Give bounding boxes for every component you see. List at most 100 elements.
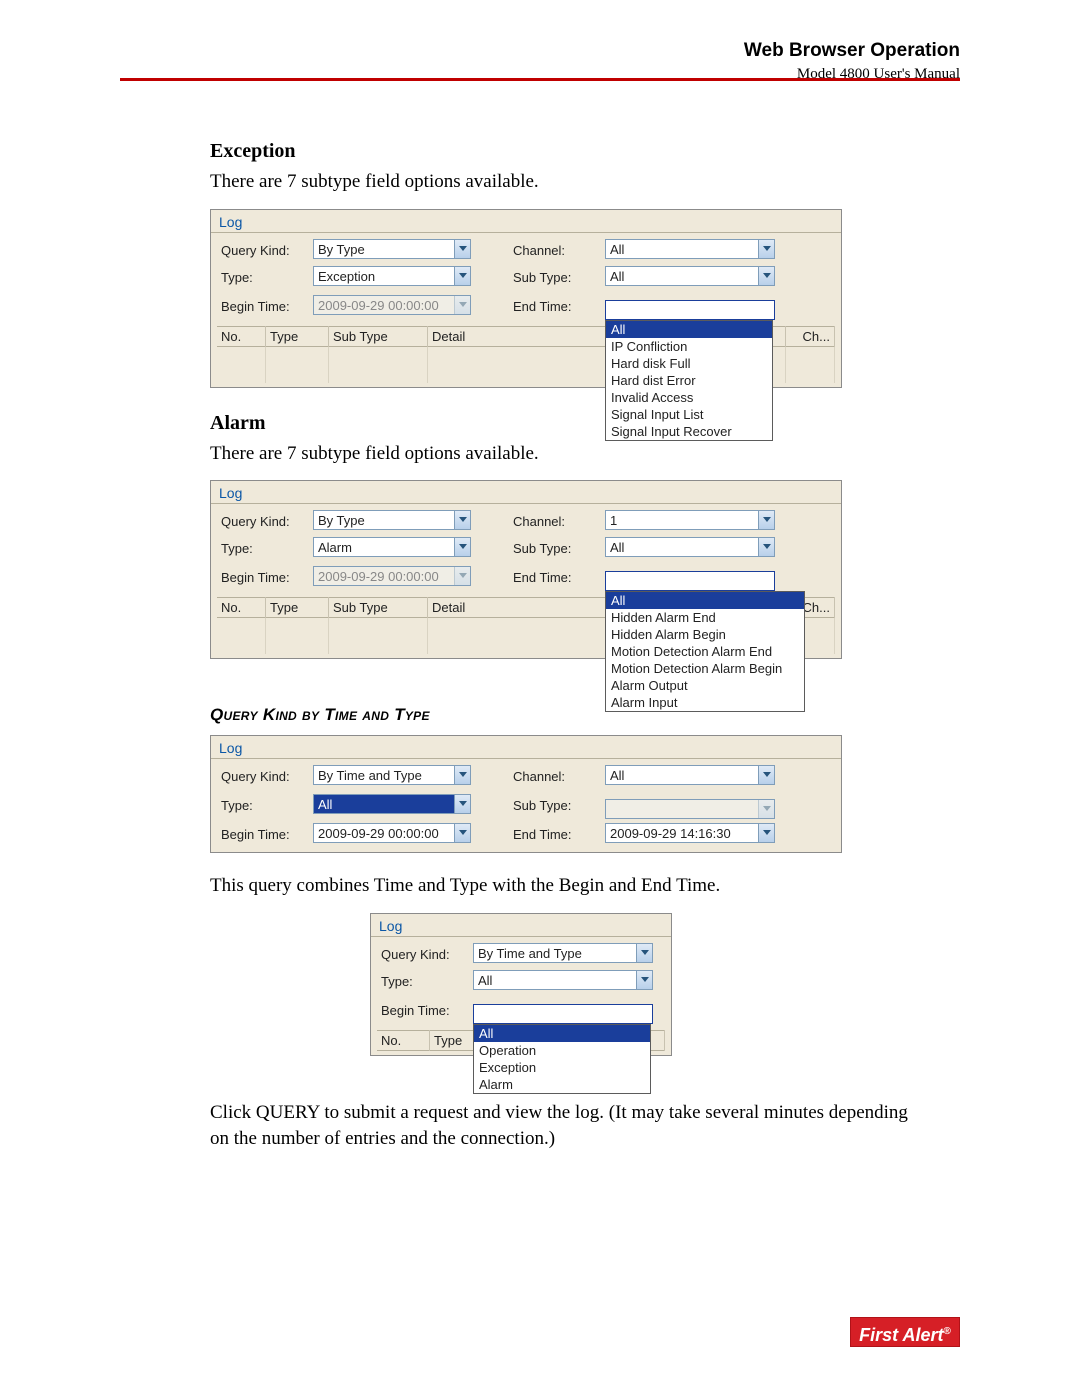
option[interactable]: Motion Detection Alarm End: [606, 643, 804, 660]
option[interactable]: All: [606, 592, 804, 609]
alarm-intro: There are 7 subtype field options availa…: [210, 441, 920, 467]
form-grid: Query Kind: By Time and Type Type: All B…: [377, 941, 657, 1026]
label-channel: Channel:: [509, 237, 601, 264]
label-begin-time: Begin Time:: [217, 291, 309, 322]
col-no: No.: [217, 598, 266, 618]
dropdown-list[interactable]: All Hidden Alarm End Hidden Alarm Begin …: [605, 591, 805, 712]
select-type[interactable]: All: [473, 970, 653, 990]
chevron-down-icon: [758, 538, 774, 556]
select-end-time-open[interactable]: All IP Confliction Hard disk Full Hard d…: [605, 300, 775, 320]
label-sub-type: Sub Type:: [509, 264, 601, 291]
select-type[interactable]: All: [313, 794, 471, 814]
section-heading-alarm: Alarm: [210, 412, 920, 435]
panel-title: Log: [211, 210, 841, 230]
dropdown-list[interactable]: All Operation Exception Alarm: [473, 1024, 651, 1094]
select-channel[interactable]: All: [605, 239, 775, 259]
select-begin-time-open[interactable]: All Operation Exception Alarm: [473, 1004, 653, 1024]
select-end-time-open[interactable]: All Hidden Alarm End Hidden Alarm Begin …: [605, 571, 775, 591]
select-begin-time[interactable]: 2009-09-29 00:00:00: [313, 823, 471, 843]
col-type: Type: [266, 598, 329, 618]
label-sub-type: Sub Type:: [509, 535, 601, 562]
registered-icon: ®: [943, 1326, 950, 1337]
document-page: Web Browser Operation Model 4800 User's …: [0, 0, 1080, 1397]
option[interactable]: Invalid Access: [606, 389, 772, 406]
divider: [211, 232, 841, 233]
dropdown-list[interactable]: All IP Confliction Hard disk Full Hard d…: [605, 320, 773, 441]
option[interactable]: Hard disk Full: [606, 355, 772, 372]
col-type: Type: [266, 326, 329, 346]
select-type[interactable]: Exception: [313, 266, 471, 286]
option[interactable]: Alarm Output: [606, 677, 804, 694]
chevron-down-icon: [454, 766, 470, 784]
chevron-down-icon: [454, 824, 470, 842]
label-query-kind: Query Kind:: [377, 941, 469, 968]
chevron-down-icon: [454, 538, 470, 556]
option[interactable]: Hard dist Error: [606, 372, 772, 389]
chevron-down-icon: [758, 766, 774, 784]
header-title: Web Browser Operation: [744, 40, 960, 62]
select-sub-type[interactable]: All: [605, 266, 775, 286]
select-sub-type: [605, 799, 775, 819]
option[interactable]: Signal Input List: [606, 406, 772, 423]
select-begin-time: 2009-09-29 00:00:00: [313, 295, 471, 315]
select-type[interactable]: Alarm: [313, 537, 471, 557]
chevron-down-icon: [636, 944, 652, 962]
log-panel-type-dropdown: Log Query Kind: By Time and Type Type: A…: [370, 913, 672, 1056]
col-sub-type: Sub Type: [329, 326, 428, 346]
chevron-down-icon: [758, 267, 774, 285]
form-grid: Query Kind: By Time and Type Channel: Al…: [217, 763, 779, 848]
chevron-down-icon: [758, 511, 774, 529]
select-end-time[interactable]: 2009-09-29 14:16:30: [605, 823, 775, 843]
option[interactable]: Alarm Input: [606, 694, 804, 711]
page-header: Web Browser Operation Model 4800 User's …: [744, 40, 960, 83]
label-query-kind: Query Kind:: [217, 508, 309, 535]
option[interactable]: All: [474, 1025, 650, 1042]
label-type: Type:: [377, 968, 469, 995]
footer-paragraph: Click QUERY to submit a request and view…: [210, 1100, 920, 1151]
chevron-down-icon: [758, 240, 774, 258]
header-rule: [120, 78, 960, 81]
label-begin-time: Begin Time:: [217, 562, 309, 593]
select-query-kind[interactable]: By Time and Type: [473, 943, 653, 963]
select-channel[interactable]: 1: [605, 510, 775, 530]
select-query-kind[interactable]: By Time and Type: [313, 765, 471, 785]
select-query-kind[interactable]: By Type: [313, 510, 471, 530]
select-channel[interactable]: All: [605, 765, 775, 785]
divider: [211, 503, 841, 504]
option[interactable]: Exception: [474, 1059, 650, 1076]
chevron-down-icon: [636, 971, 652, 989]
option[interactable]: Signal Input Recover: [606, 423, 772, 440]
option[interactable]: IP Confliction: [606, 338, 772, 355]
option[interactable]: Operation: [474, 1042, 650, 1059]
chevron-down-icon: [454, 267, 470, 285]
chevron-down-icon: [454, 795, 470, 813]
option[interactable]: Alarm: [474, 1076, 650, 1093]
label-query-kind: Query Kind:: [217, 763, 309, 790]
option[interactable]: Hidden Alarm End: [606, 609, 804, 626]
select-sub-type[interactable]: All: [605, 537, 775, 557]
chevron-down-icon: [454, 296, 470, 314]
divider: [371, 936, 671, 937]
section-heading-exception: Exception: [210, 140, 920, 163]
col-ch: Ch...: [786, 326, 835, 346]
form-grid: Query Kind: By Type Channel: All Type: E…: [217, 237, 779, 322]
form-grid: Query Kind: By Type Channel: 1 Type: Ala…: [217, 508, 779, 593]
panel-title: Log: [371, 914, 671, 934]
chevron-down-icon: [758, 800, 774, 818]
select-query-kind[interactable]: By Type: [313, 239, 471, 259]
label-sub-type: Sub Type:: [509, 790, 601, 821]
label-query-kind: Query Kind:: [217, 237, 309, 264]
label-begin-time: Begin Time:: [217, 821, 309, 848]
panel-title: Log: [211, 736, 841, 756]
brand-logo: First Alert®: [850, 1317, 960, 1347]
option[interactable]: Motion Detection Alarm Begin: [606, 660, 804, 677]
content: Exception There are 7 subtype field opti…: [210, 140, 920, 1151]
label-channel: Channel:: [509, 508, 601, 535]
option[interactable]: All: [606, 321, 772, 338]
label-type: Type:: [217, 790, 309, 821]
time-type-after: This query combines Time and Type with t…: [210, 873, 920, 899]
section-heading-time-type: Query Kind by Time and Type: [210, 705, 920, 725]
select-begin-time: 2009-09-29 00:00:00: [313, 566, 471, 586]
option[interactable]: Hidden Alarm Begin: [606, 626, 804, 643]
label-channel: Channel:: [509, 763, 601, 790]
